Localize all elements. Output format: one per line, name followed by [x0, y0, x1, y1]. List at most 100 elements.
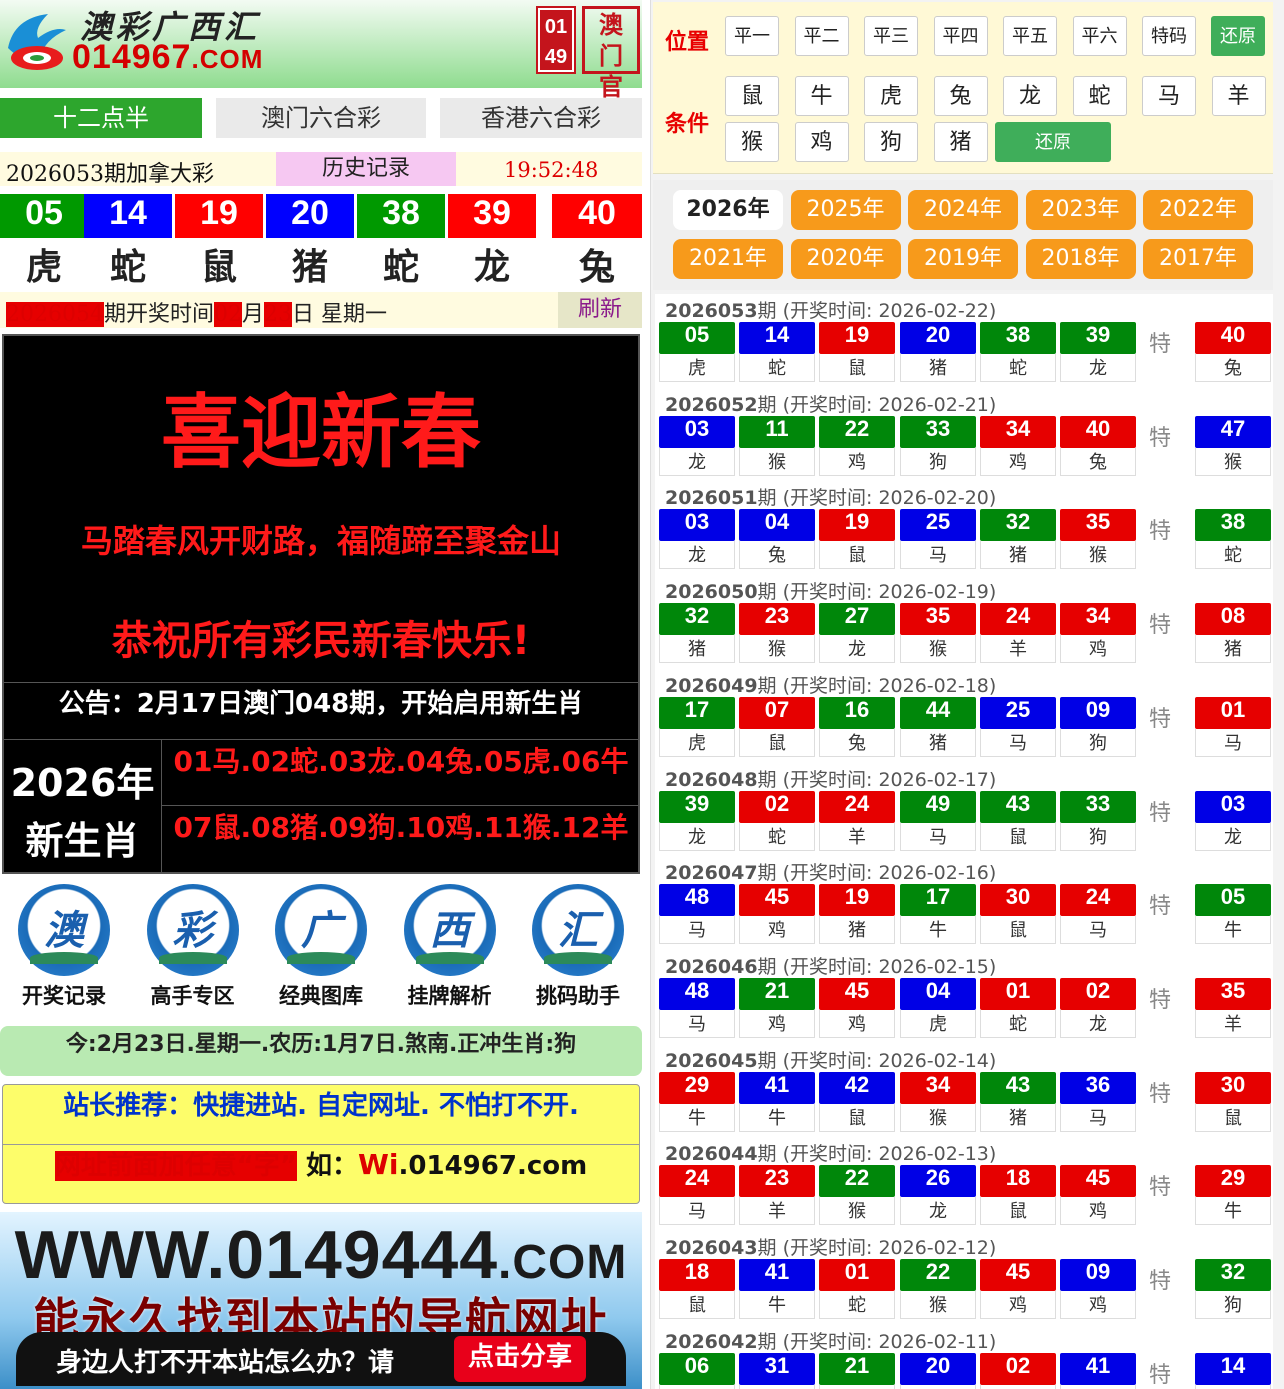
history-row[interactable]: 2026043期 (开奖时间: 2026-02-12) 18 鼠 41 牛 01 蛇 22 猴 4…	[655, 1231, 1273, 1325]
position-6-button[interactable]: 平六	[1072, 16, 1127, 56]
tab-twelve-thirty[interactable]: 十二点半	[0, 98, 202, 138]
history-row[interactable]: 2026044期 (开奖时间: 2026-02-13) 24 马 23 羊 22 猴 26 龙 1…	[655, 1137, 1273, 1232]
position-7-button[interactable]: 特码	[1142, 16, 1196, 56]
nav-item[interactable]: 澳开奖记录	[2, 884, 126, 1010]
history-ball: 35 猴	[900, 603, 976, 664]
history-ball: 02 龙	[1060, 977, 1136, 1038]
recommend-line2: 网址前面加任意“字” 如：Wi.014967.com	[54, 1148, 588, 1181]
nav-item[interactable]: 彩高手专区	[131, 884, 255, 1010]
zodiac-filter-button[interactable]: 牛	[794, 76, 849, 116]
ad-url: WWW.0149444.COM	[14, 1217, 628, 1293]
position-reset-button[interactable]: 还原	[1211, 16, 1265, 56]
tab-hongkong[interactable]: 香港六合彩	[440, 98, 642, 138]
history-row[interactable]: 2026046期 (开奖时间: 2026-02-15) 48 马 21 鸡 45 鸡 04 虎 0…	[655, 949, 1273, 1044]
history-ball-number: 18	[980, 1165, 1056, 1198]
history-special-ball: 38 蛇	[1195, 509, 1271, 570]
nav-glyph: 汇	[558, 907, 598, 954]
position-5-button[interactable]: 平五	[1003, 16, 1057, 56]
history-ball-number: 18	[659, 1259, 735, 1291]
history-ball-number: 38	[980, 322, 1056, 354]
history-row[interactable]: 2026042期 (开奖时间: 2026-02-11) 06 31 21 20 02 41 特…	[655, 1324, 1273, 1389]
zodiac-filter-button[interactable]: 龙	[1003, 76, 1057, 116]
zodiac-filter-button[interactable]: 虎	[864, 76, 918, 116]
zodiac-filter-button[interactable]: 狗	[864, 122, 918, 162]
history-ball-zodiac: 鼠	[980, 822, 1056, 851]
nav-mountain	[158, 952, 227, 964]
year-button[interactable]: 2018年	[1025, 239, 1136, 279]
history-special-number: 08	[1195, 603, 1271, 636]
zodiac-filter-button[interactable]: 羊	[1211, 76, 1266, 116]
history-special-zodiac: 猪	[1195, 635, 1271, 664]
year-button[interactable]: 2023年	[1025, 190, 1136, 230]
history-ball-number: 42	[819, 1071, 895, 1104]
history-special-zodiac: 蛇	[1195, 541, 1271, 570]
history-ball-zodiac: 羊	[819, 822, 895, 851]
tab-macau[interactable]: 澳门六合彩	[216, 98, 426, 138]
history-ball-zodiac: 鼠	[819, 354, 895, 382]
history-row[interactable]: 2026050期 (开奖时间: 2026-02-19) 32 猪 23 猴 27 龙 35 猴 2…	[655, 575, 1273, 670]
history-row[interactable]: 2026053期 (开奖时间: 2026-02-22) 05 虎 14 蛇 19 鼠 20 猪 3…	[655, 294, 1273, 388]
history-row[interactable]: 2026047期 (开奖时间: 2026-02-16) 48 马 45 鸡 19 猪 17 牛 3…	[655, 856, 1273, 951]
history-ball: 02 蛇	[739, 790, 815, 851]
position-4-button[interactable]: 平四	[933, 16, 988, 56]
navigation-ad[interactable]: WWW.0149444.COM 能永久找到本站的导航网址 身边人打不开本站怎么办…	[0, 1212, 642, 1389]
zodiac-filter-button[interactable]: 蛇	[1072, 76, 1127, 116]
year-button[interactable]: 2025年	[790, 190, 901, 230]
history-ball: 34 猴	[900, 1071, 976, 1132]
history-ball-number: 06	[659, 1352, 735, 1385]
position-3-button[interactable]: 平三	[864, 16, 918, 56]
zodiac-filter-button[interactable]: 鸡	[794, 122, 849, 162]
position-1-button[interactable]: 平一	[725, 16, 779, 56]
share-button[interactable]: 点击分享	[454, 1336, 586, 1382]
history-ball-zodiac: 龙	[659, 541, 735, 570]
zodiac-filter-button[interactable]: 猴	[725, 122, 779, 162]
history-special-number: 29	[1195, 1165, 1271, 1198]
refresh-button[interactable]: 刷新	[558, 292, 642, 328]
history-ball-number: 40	[1060, 415, 1136, 448]
history-ball-zodiac: 猴	[739, 447, 815, 476]
nav-mountain	[287, 952, 355, 964]
banner-year: 2026年 新生肖	[4, 740, 162, 872]
history-row[interactable]: 2026045期 (开奖时间: 2026-02-14) 29 牛 41 牛 42 鼠 34 猴 4…	[655, 1043, 1273, 1138]
zodiac-filter-button[interactable]: 兔	[933, 76, 988, 116]
year-button[interactable]: 2020年	[790, 239, 901, 279]
history-row[interactable]: 2026049期 (开奖时间: 2026-02-18) 17 虎 07 鼠 16 兔 44 猪 2…	[655, 668, 1273, 763]
nav-label: 挑码助手	[536, 984, 620, 1008]
year-button[interactable]: 2026年	[673, 190, 783, 230]
share-bar: 身边人打不开本站怎么办？请 点击分享	[16, 1332, 626, 1386]
history-ball-zodiac: 龙	[659, 447, 735, 476]
history-ball-zodiac: 龙	[659, 822, 735, 851]
history-ball: 44 猪	[900, 696, 976, 757]
history-special-ball: 01 马	[1195, 696, 1271, 757]
year-button[interactable]: 2021年	[673, 239, 783, 279]
history-ball-number: 20	[900, 322, 976, 354]
zodiac-filter-button[interactable]: 鼠	[725, 76, 779, 116]
history-button[interactable]: 历史记录	[276, 152, 456, 186]
history-ball: 06	[659, 1352, 735, 1389]
nav-mountain	[30, 952, 98, 964]
history-row[interactable]: 2026048期 (开奖时间: 2026-02-17) 39 龙 02 蛇 24 羊 49 马 4…	[655, 762, 1273, 857]
position-2-button[interactable]: 平二	[794, 16, 849, 56]
year-button[interactable]: 2024年	[908, 190, 1018, 230]
history-ball-zodiac: 猴	[900, 1291, 976, 1319]
nav-item[interactable]: 西挂牌解析	[388, 884, 512, 1010]
history-ball-zodiac: 猪	[980, 1103, 1056, 1132]
zodiac-filter-button[interactable]: 猪	[933, 122, 988, 162]
condition-reset-button[interactable]: 还原	[995, 122, 1111, 162]
history-ball: 19 鼠	[819, 509, 895, 570]
year-button[interactable]: 2017年	[1143, 239, 1253, 279]
history-row[interactable]: 2026052期 (开奖时间: 2026-02-21) 03 龙 11 猴 22 鸡 33 狗 3…	[655, 387, 1273, 482]
nav-item[interactable]: 广经典图库	[259, 884, 383, 1010]
history-ball-zodiac: 龙	[1060, 1009, 1136, 1038]
history-ball-number: 26	[900, 1165, 976, 1198]
history-ball-number: 03	[659, 509, 735, 542]
year-button[interactable]: 2019年	[908, 239, 1018, 279]
history-ball-number: 32	[980, 509, 1056, 542]
ball-zodiac: 鼠	[175, 238, 263, 288]
history-ball: 41 牛	[739, 1259, 815, 1319]
nav-item[interactable]: 汇挑码助手	[516, 884, 640, 1010]
history-row[interactable]: 2026051期 (开奖时间: 2026-02-20) 03 龙 04 兔 19 鼠 25 马 3…	[655, 481, 1273, 576]
year-button[interactable]: 2022年	[1143, 190, 1253, 230]
zodiac-filter-button[interactable]: 马	[1142, 76, 1196, 116]
history-ball-number: 23	[739, 1165, 815, 1198]
